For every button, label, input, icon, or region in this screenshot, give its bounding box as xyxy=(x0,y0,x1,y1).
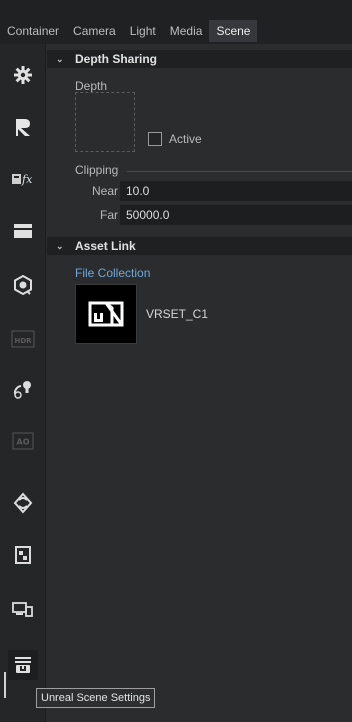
gear-icon[interactable] xyxy=(8,60,38,90)
tab-scene[interactable]: Scene xyxy=(209,20,258,42)
asset-link-header[interactable]: ⌄ Asset Link xyxy=(47,237,352,255)
asset-thumbnail[interactable] xyxy=(75,284,137,344)
devices-icon[interactable] xyxy=(8,594,38,624)
depth-thumbnail-slot[interactable] xyxy=(75,92,135,152)
unreal-asset-icon xyxy=(88,301,124,327)
clipping-divider xyxy=(127,171,352,172)
far-input[interactable]: 50000.0 xyxy=(120,205,352,225)
unreal-scene-settings-icon[interactable] xyxy=(8,650,38,680)
chevron-down-icon: ⌄ xyxy=(56,53,64,64)
tab-media[interactable]: Media xyxy=(163,20,210,42)
near-label: Near xyxy=(91,184,118,198)
tab-container[interactable]: Container xyxy=(0,20,66,42)
hdr-icon[interactable]: HDR xyxy=(8,324,38,354)
far-row: Far 50000.0 xyxy=(75,205,352,225)
depth-sharing-header[interactable]: ⌄ Depth Sharing xyxy=(47,50,352,68)
tooltip: Unreal Scene Settings xyxy=(36,688,156,708)
light-bulb-icon[interactable] xyxy=(8,374,38,404)
file-collection-label[interactable]: File Collection xyxy=(75,266,150,280)
depth-sharing-title: Depth Sharing xyxy=(75,52,158,66)
asset-name: VRSET_C1 xyxy=(146,307,209,321)
hdr-text: HDR xyxy=(14,337,32,345)
active-checkbox[interactable] xyxy=(148,132,162,146)
scene-settings-panel: ⌄ Depth Sharing Depth Active Clipping Ne… xyxy=(47,44,352,722)
sidebar: fx HDR AO xyxy=(0,44,46,722)
asset-link-title: Asset Link xyxy=(75,239,136,253)
active-indicator xyxy=(4,672,6,698)
image-file-icon[interactable] xyxy=(8,540,38,570)
swirl-icon[interactable] xyxy=(8,488,38,518)
active-label: Active xyxy=(169,132,202,146)
fx-text: fx xyxy=(21,173,33,186)
r-logo-icon[interactable] xyxy=(8,112,38,142)
clipping-label: Clipping xyxy=(75,163,119,177)
chevron-down-icon: ⌄ xyxy=(56,240,64,251)
near-row: Near 10.0 xyxy=(75,181,352,201)
clapper-icon[interactable] xyxy=(8,216,38,246)
fx-icon[interactable]: fx xyxy=(8,164,38,194)
tab-camera[interactable]: Camera xyxy=(66,20,123,42)
tab-light[interactable]: Light xyxy=(123,20,163,42)
depth-label: Depth xyxy=(75,79,108,93)
ao-text: AO xyxy=(17,438,30,447)
cube-target-icon[interactable] xyxy=(8,270,38,300)
ao-icon[interactable]: AO xyxy=(8,426,38,456)
tab-list: Container Camera Light Media Scene xyxy=(0,20,258,42)
far-label: Far xyxy=(100,208,118,222)
top-tab-bar: Container Camera Light Media Scene xyxy=(0,0,352,44)
near-input[interactable]: 10.0 xyxy=(120,181,352,201)
